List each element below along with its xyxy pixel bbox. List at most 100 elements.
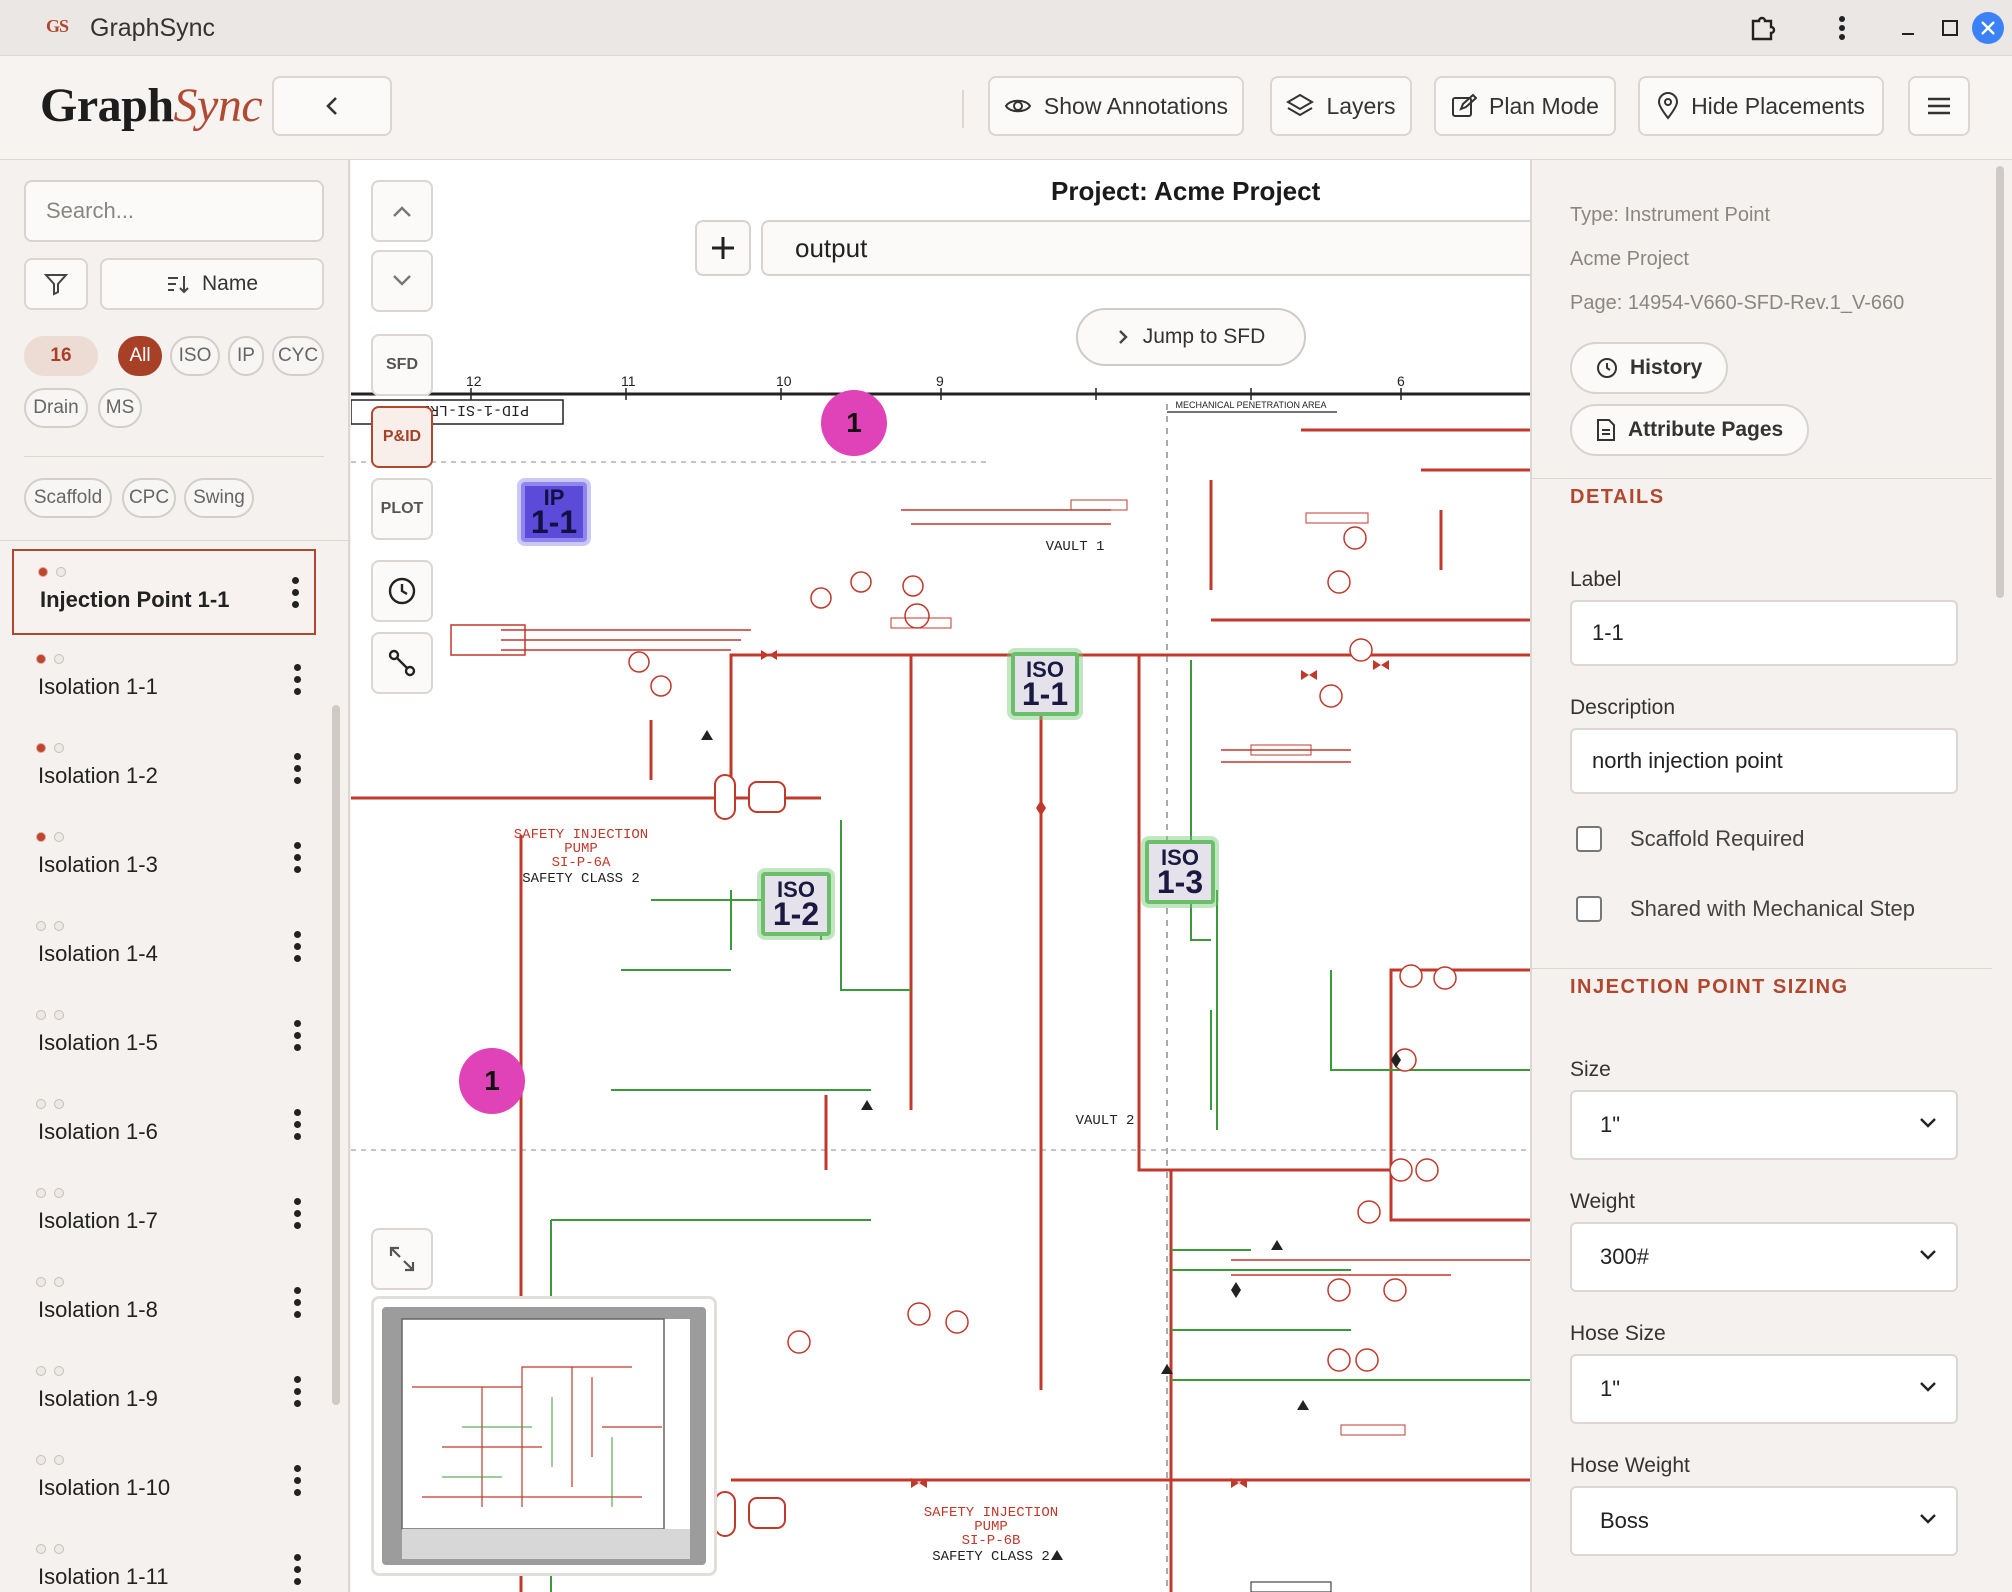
list-item[interactable]: Injection Point 1-1 (12, 549, 316, 635)
hose-weight-select[interactable]: Boss (1570, 1486, 1958, 1556)
window-title: GraphSync (90, 14, 216, 42)
count-badge-top[interactable]: 1 (821, 390, 887, 456)
status-dot (36, 1544, 46, 1554)
description-field[interactable]: north injection point (1570, 728, 1958, 794)
minimize-icon[interactable] (1890, 10, 1926, 46)
sort-icon (167, 276, 189, 294)
shared-mechanical-checkbox[interactable] (1576, 896, 1602, 922)
list-item[interactable]: Isolation 1-2 (12, 727, 316, 813)
more-options-icon[interactable] (294, 1198, 302, 1229)
list-item[interactable]: Isolation 1-4 (12, 905, 316, 991)
search-input[interactable] (24, 180, 324, 242)
jump-to-sfd-button[interactable]: Jump to SFD (1076, 308, 1306, 366)
hose-size-select[interactable]: 1" (1570, 1354, 1958, 1424)
list-item[interactable]: Isolation 1-11 (12, 1528, 316, 1592)
filter-button[interactable] (24, 258, 88, 310)
more-options-icon[interactable] (294, 1376, 302, 1407)
filter-chip-scaffold[interactable]: Scaffold (24, 478, 112, 518)
status-dots (36, 654, 64, 664)
scaffold-required-checkbox[interactable] (1576, 826, 1602, 852)
filter-chip-drain[interactable]: Drain (24, 388, 88, 428)
sfd-view-button[interactable]: SFD (371, 334, 433, 396)
add-button[interactable] (695, 220, 751, 276)
list-item[interactable]: Isolation 1-7 (12, 1172, 316, 1258)
marker-iso-1-2[interactable]: ISO 1-2 (761, 872, 831, 936)
list-item[interactable]: Isolation 1-8 (12, 1261, 316, 1347)
layers-button[interactable]: Layers (1270, 76, 1412, 136)
drawing-canvas[interactable]: Project: Acme Project output SFD P&ID PL… (351, 160, 1530, 1592)
menu-button[interactable] (1908, 76, 1970, 136)
more-options-icon[interactable] (294, 931, 302, 962)
more-vert-icon[interactable] (1824, 10, 1860, 46)
filter-chip-iso[interactable]: ISO (170, 336, 220, 376)
list-item[interactable]: Isolation 1-10 (12, 1439, 316, 1525)
size-select[interactable]: 1" (1570, 1090, 1958, 1160)
sidebar-scrollbar[interactable] (332, 705, 340, 1405)
expand-button[interactable] (371, 1228, 433, 1290)
description-field-label: Description (1570, 696, 1676, 719)
history-label: History (1630, 356, 1703, 379)
filter-chip-ms[interactable]: MS (98, 388, 142, 428)
output-field[interactable]: output (761, 220, 1530, 276)
filter-chip-cpc[interactable]: CPC (122, 478, 176, 518)
more-options-icon[interactable] (294, 842, 302, 873)
status-dots (36, 743, 64, 753)
marker-ip-1-1[interactable]: IP 1-1 (521, 482, 587, 542)
plot-view-button[interactable]: PLOT (371, 478, 433, 540)
col-number-6: 6 (1397, 373, 1405, 389)
route-icon (388, 649, 416, 677)
panel-scrollbar[interactable] (1996, 166, 2004, 598)
list-item-label: Isolation 1-2 (38, 763, 158, 788)
status-dots (36, 1010, 64, 1020)
filter-chip-ip[interactable]: IP (228, 336, 264, 376)
more-options-icon[interactable] (294, 1554, 302, 1585)
attribute-pages-button[interactable]: Attribute Pages (1570, 404, 1810, 456)
weight-select[interactable]: 300# (1570, 1222, 1958, 1292)
pid-view-button[interactable]: P&ID (371, 406, 433, 468)
label-field-label: Label (1570, 568, 1622, 591)
list-item[interactable]: Isolation 1-9 (12, 1350, 316, 1436)
filter-icon (44, 274, 68, 296)
history-tool-button[interactable] (371, 560, 433, 622)
close-icon[interactable] (1970, 10, 2006, 46)
list-item[interactable]: Isolation 1-6 (12, 1083, 316, 1169)
project-label: Acme Project (1570, 248, 1689, 270)
extensions-icon[interactable] (1744, 10, 1780, 46)
minimap[interactable] (371, 1296, 717, 1576)
more-options-icon[interactable] (292, 577, 300, 608)
sort-button[interactable]: Name (100, 258, 324, 310)
list-item-label: Isolation 1-8 (38, 1297, 158, 1322)
vault-1-label: VAULT 1 (1046, 539, 1105, 555)
more-options-icon[interactable] (294, 664, 302, 695)
connect-tool-button[interactable] (371, 632, 433, 694)
hide-placements-button[interactable]: Hide Placements (1638, 76, 1884, 136)
status-dot (38, 567, 48, 577)
show-annotations-button[interactable]: Show Annotations (988, 76, 1244, 136)
more-options-icon[interactable] (294, 1020, 302, 1051)
list-item[interactable]: Isolation 1-1 (12, 638, 316, 724)
status-dot (54, 1010, 64, 1020)
more-options-icon[interactable] (294, 1109, 302, 1140)
list-item[interactable]: Isolation 1-3 (12, 816, 316, 902)
back-button[interactable] (272, 76, 392, 136)
filter-chip-all[interactable]: All (118, 336, 162, 376)
label-field[interactable]: 1-1 (1570, 600, 1958, 666)
scroll-up-button[interactable] (371, 180, 433, 242)
app-logo-icon: GS (46, 16, 69, 36)
scroll-down-button[interactable] (371, 250, 433, 312)
list-item[interactable]: Isolation 1-5 (12, 994, 316, 1080)
clock-icon (1597, 358, 1617, 378)
filter-chip-swing[interactable]: Swing (184, 478, 254, 518)
filter-chip-cyc[interactable]: CYC (272, 336, 324, 376)
panel-divider (1532, 478, 1992, 479)
history-button[interactable]: History (1570, 342, 1729, 394)
more-options-icon[interactable] (294, 753, 302, 784)
more-options-icon[interactable] (294, 1465, 302, 1496)
marker-iso-1-3[interactable]: ISO 1-3 (1145, 840, 1215, 904)
more-options-icon[interactable] (294, 1287, 302, 1318)
plan-mode-button[interactable]: Plan Mode (1434, 76, 1616, 136)
count-badge-left[interactable]: 1 (459, 1048, 525, 1114)
status-dot (54, 654, 64, 664)
maximize-icon[interactable] (1932, 10, 1968, 46)
marker-iso-1-1[interactable]: ISO 1-1 (1011, 652, 1079, 716)
